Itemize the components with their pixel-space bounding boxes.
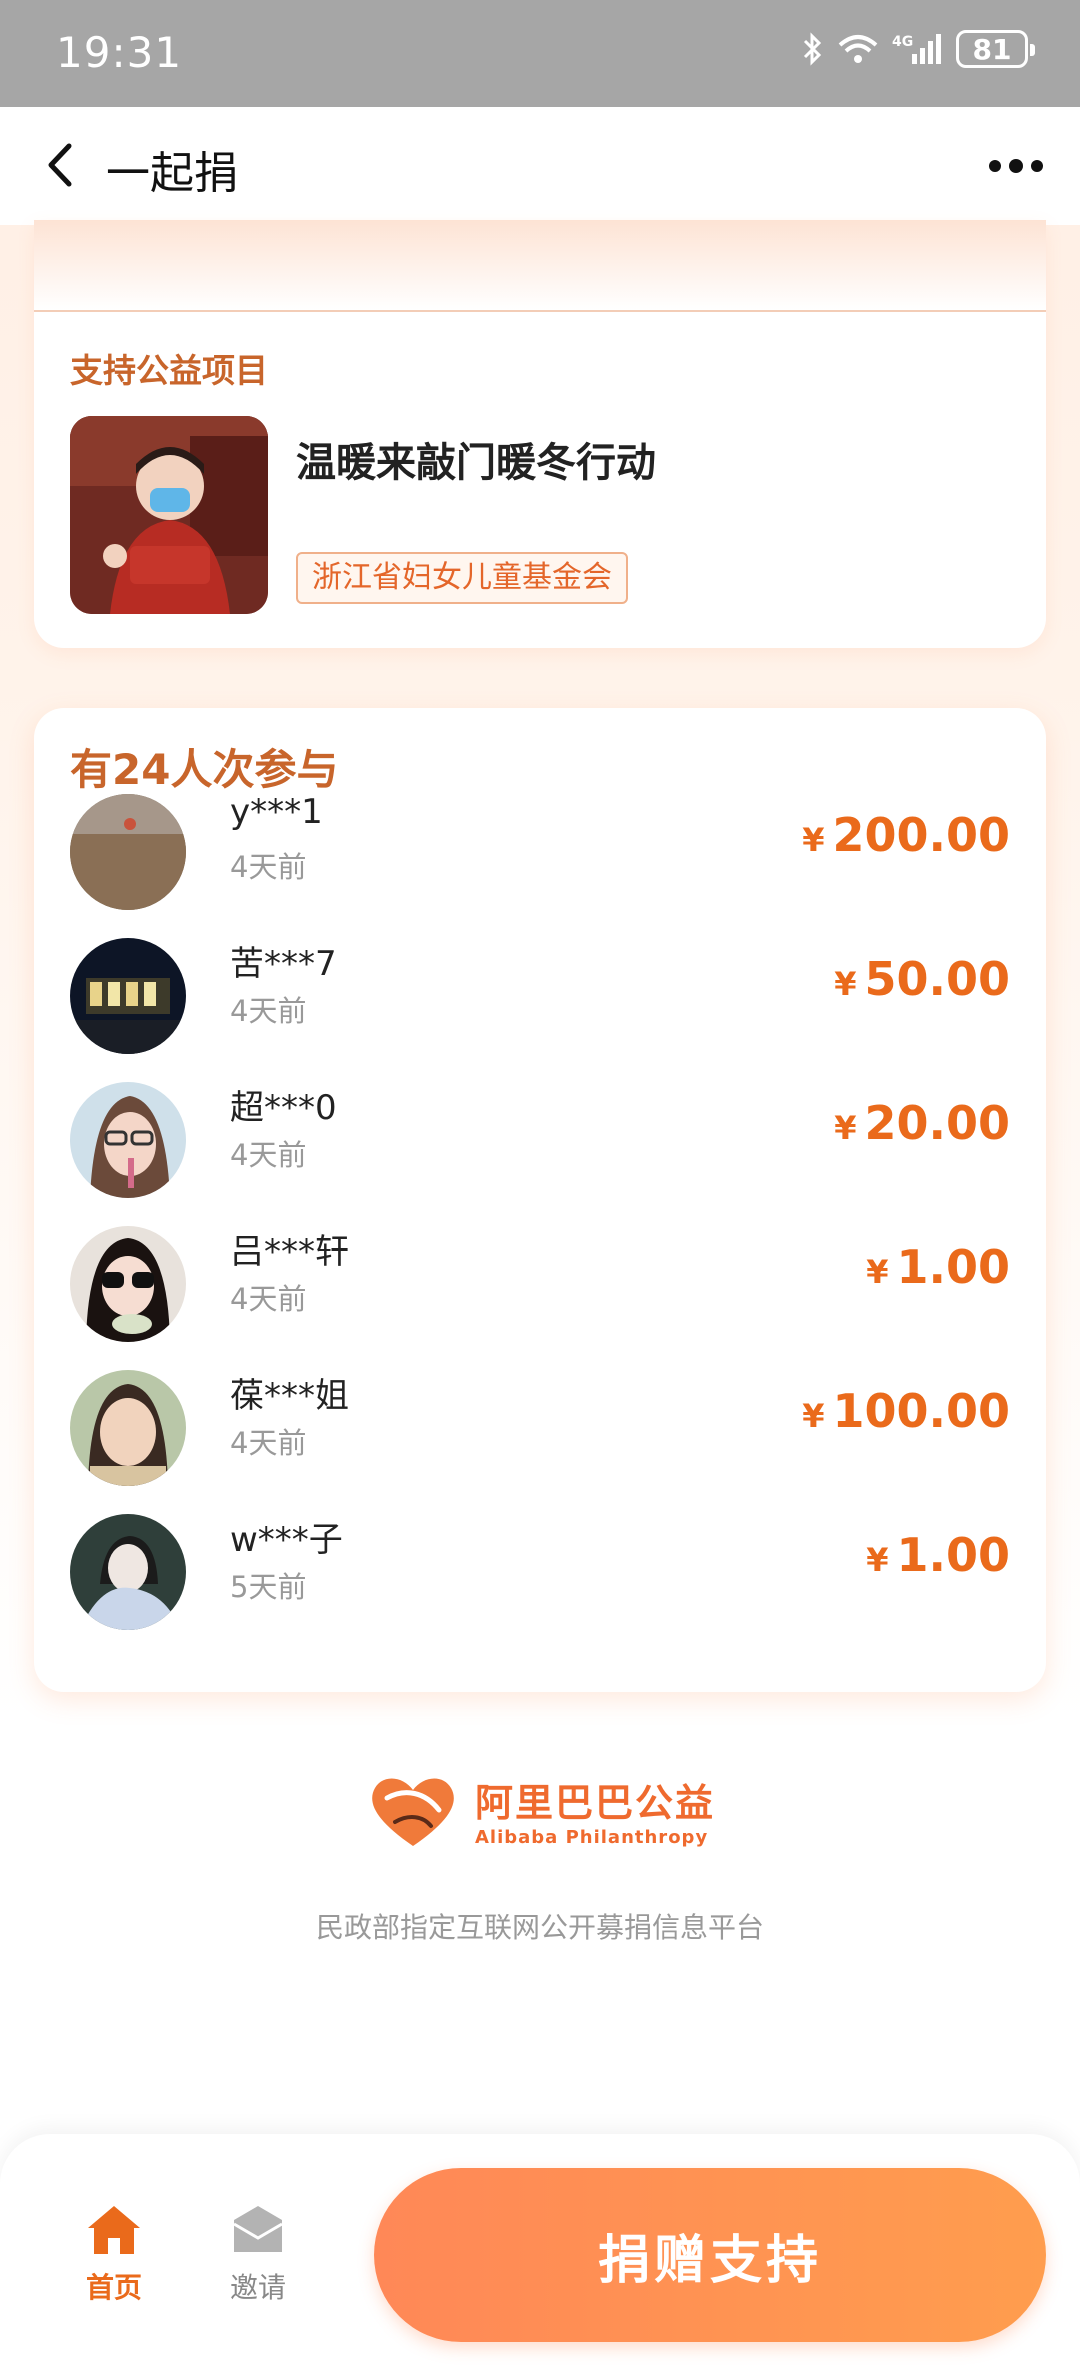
list-item: 吕***轩 4天前 ¥1.00	[34, 1218, 1046, 1362]
list-item: 超***0 4天前 ¥20.00	[34, 1074, 1046, 1218]
participant-name: 葆***姐	[230, 1376, 349, 1416]
card-header-strip	[34, 220, 1046, 312]
logo-text: 阿里巴巴公益 Alibaba Philanthropy	[475, 1772, 715, 1848]
status-time: 19:31	[56, 28, 183, 77]
participant-amount: ¥200.00	[802, 808, 1010, 862]
participant-name: y***1	[230, 792, 323, 832]
heart-logo-icon	[372, 1778, 454, 1846]
donate-button[interactable]: 捐赠支持	[374, 2168, 1046, 2342]
participant-amount: ¥100.00	[802, 1384, 1010, 1438]
participant-time: 5天前	[230, 1570, 307, 1604]
currency-symbol: ¥	[866, 1253, 889, 1291]
page: 19:31 4G 81 一起捐 支持公益项目 温暖来敲门暖冬行动 浙江省妇女儿童…	[0, 0, 1080, 2375]
avatar	[70, 1370, 186, 1486]
battery-icon: 81	[956, 30, 1035, 68]
participant-time: 4天前	[230, 1282, 307, 1316]
participant-name: 吕***轩	[230, 1232, 349, 1272]
participant-amount: ¥50.00	[834, 952, 1010, 1006]
project-image[interactable]	[70, 416, 268, 614]
participant-name: 苦***7	[230, 944, 337, 984]
participant-amount: ¥1.00	[866, 1240, 1010, 1294]
currency-symbol: ¥	[802, 821, 825, 859]
currency-symbol: ¥	[834, 1109, 857, 1147]
status-icons: 4G 81	[802, 30, 1035, 68]
tab-home[interactable]: 首页	[64, 2204, 164, 2306]
tab-invite[interactable]: 邀请	[208, 2204, 308, 2306]
tab-home-label: 首页	[85, 2271, 142, 2304]
participant-time: 4天前	[230, 1426, 307, 1460]
project-org-badge: 浙江省妇女儿童基金会	[296, 552, 628, 604]
list-item: w***子 5天前 ¥1.00	[34, 1506, 1046, 1650]
page-title: 一起捐	[106, 148, 238, 199]
signal-icon: 4G	[892, 32, 942, 66]
home-icon	[88, 2206, 140, 2254]
avatar	[70, 1514, 186, 1630]
list-item: y***1 4天前 ¥200.00	[34, 786, 1046, 930]
alibaba-philanthropy-logo: 阿里巴巴公益 Alibaba Philanthropy	[0, 1770, 1080, 1850]
chevron-left-icon	[48, 143, 72, 187]
project-section-title: 支持公益项目	[70, 351, 268, 390]
more-button[interactable]	[980, 141, 1052, 191]
logo-text-en: Alibaba Philanthropy	[474, 1827, 709, 1848]
participant-time: 4天前	[230, 994, 307, 1028]
participants-list: y***1 4天前 ¥200.00 苦***7 4天前 ¥50.00 超***0…	[34, 792, 1046, 1650]
currency-symbol: ¥	[866, 1541, 889, 1579]
participant-time: 4天前	[230, 1138, 307, 1172]
bluetooth-icon	[802, 31, 824, 67]
participant-amount: ¥1.00	[866, 1528, 1010, 1582]
participant-name: w***子	[230, 1520, 343, 1560]
project-name[interactable]: 温暖来敲门暖冬行动	[296, 430, 656, 488]
footer-note: 民政部指定互联网公开募捐信息平台	[315, 1911, 764, 1944]
svg-text:4G: 4G	[892, 34, 913, 50]
status-bar: 19:31 4G 81	[0, 0, 1080, 107]
envelope-icon	[233, 2206, 283, 2252]
avatar	[70, 1226, 186, 1342]
avatar	[70, 938, 186, 1054]
currency-symbol: ¥	[802, 1397, 825, 1435]
nav-bar: 一起捐	[0, 107, 1080, 225]
currency-symbol: ¥	[834, 965, 857, 1003]
participant-amount: ¥20.00	[834, 1096, 1010, 1150]
list-item: 葆***姐 4天前 ¥100.00	[34, 1362, 1046, 1506]
bottom-tab-bar: 首页 邀请 捐赠支持	[0, 2134, 1080, 2375]
tab-invite-label: 邀请	[229, 2271, 286, 2304]
participants-card: 有24人次参与 y***1 4天前 ¥200.00 苦***7 4天前 ¥50.…	[34, 708, 1046, 1692]
avatar	[70, 794, 186, 910]
list-item: 苦***7 4天前 ¥50.00	[34, 930, 1046, 1074]
wifi-icon	[838, 33, 878, 65]
logo-text-cn: 阿里巴巴公益	[474, 1781, 715, 1825]
project-card: 支持公益项目 温暖来敲门暖冬行动 浙江省妇女儿童基金会	[34, 220, 1046, 648]
more-dots-icon	[989, 159, 1043, 173]
back-button[interactable]	[30, 135, 90, 195]
participant-time: 4天前	[230, 850, 307, 884]
avatar	[70, 1082, 186, 1198]
participant-name: 超***0	[230, 1088, 337, 1128]
